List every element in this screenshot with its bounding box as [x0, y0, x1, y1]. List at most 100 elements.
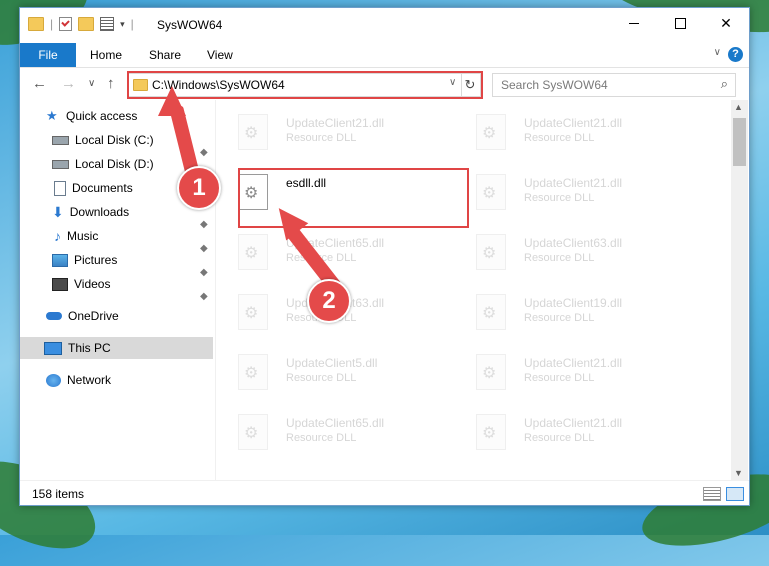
ribbon-tabs: File Home Share View ∨ ?	[20, 43, 749, 68]
file-type: Resource DLL	[524, 372, 595, 384]
sidebar-item-network[interactable]: Network	[46, 369, 111, 391]
sidebar-item-onedrive[interactable]: OneDrive	[46, 305, 119, 327]
dll-file-icon	[476, 354, 506, 390]
status-bar: 158 items	[20, 480, 749, 505]
sidebar-item-downloads[interactable]: ⬇ Downloads	[52, 201, 129, 223]
sidebar-item-label: Local Disk (C:)	[75, 133, 154, 147]
videos-icon	[52, 277, 68, 291]
sidebar-item-documents[interactable]: Documents	[54, 177, 133, 199]
recent-locations-chevron-icon[interactable]: ∨	[88, 78, 95, 89]
file-type: Resource DLL	[524, 432, 595, 444]
sidebar-item-this-pc[interactable]: This PC	[20, 337, 213, 359]
file-item[interactable]: UpdateClient21.dll Resource DLL	[454, 408, 674, 454]
downloads-icon: ⬇	[52, 203, 64, 220]
minimize-icon	[629, 22, 639, 24]
file-type: Resource DLL	[286, 372, 357, 384]
sidebar-item-label: OneDrive	[68, 309, 119, 323]
maximize-button[interactable]	[657, 8, 703, 38]
search-input[interactable]: Search SysWOW64 ⌕	[492, 73, 736, 97]
expand-ribbon-chevron-icon[interactable]: ∨	[714, 47, 721, 58]
pin-icon[interactable]: ◆	[200, 147, 208, 158]
sidebar-item-pictures[interactable]: Pictures	[52, 249, 117, 271]
up-arrow-icon[interactable]: ↑	[107, 75, 115, 92]
documents-icon	[54, 180, 66, 196]
file-item[interactable]: UpdateClient21.dll Resource DLL	[454, 348, 674, 394]
file-item[interactable]: UpdateClient65.dll Resource DLL	[216, 408, 436, 454]
file-name: UpdateClient5.dll	[286, 356, 378, 370]
scroll-down-icon[interactable]: ▼	[734, 468, 743, 478]
dll-file-icon	[476, 174, 506, 210]
music-icon: ♪	[54, 228, 61, 244]
dll-file-icon	[238, 114, 268, 150]
back-arrow-icon[interactable]: ←	[32, 75, 47, 92]
dll-file-icon	[238, 234, 268, 270]
sidebar-item-label: Network	[67, 373, 112, 387]
details-view-icon[interactable]	[703, 487, 721, 501]
folder-icon	[28, 17, 44, 31]
onedrive-icon	[46, 312, 62, 320]
file-item[interactable]: UpdateClient21.dll Resource DLL	[454, 108, 674, 154]
file-name: UpdateClient21.dll	[524, 356, 623, 370]
tab-home[interactable]: Home	[90, 48, 122, 62]
sidebar-item-quick-access[interactable]: ★ Quick access	[46, 105, 137, 127]
large-icons-view-icon[interactable]	[726, 487, 744, 501]
close-button[interactable]: ✕	[703, 8, 749, 38]
file-type: Resource DLL	[286, 132, 357, 144]
step-1-badge: 1	[177, 166, 221, 210]
quick-access-toolbar: | ▾ |	[28, 17, 134, 31]
window-controls: ✕	[611, 8, 749, 38]
dll-file-icon	[238, 414, 268, 450]
pictures-icon	[52, 253, 68, 267]
tab-share[interactable]: Share	[149, 48, 181, 62]
sidebar-item-label: Music	[67, 229, 99, 243]
tab-file[interactable]: File	[20, 43, 76, 67]
file-type: Resource DLL	[524, 252, 595, 264]
new-folder-icon[interactable]	[78, 17, 95, 31]
file-item[interactable]: UpdateClient19.dll Resource DLL	[454, 288, 674, 334]
item-count: 158 items	[32, 487, 85, 501]
dll-file-icon	[476, 234, 506, 270]
dll-file-icon	[476, 414, 506, 450]
sidebar-item-label: Documents	[72, 181, 133, 195]
dll-file-icon	[238, 354, 268, 390]
sidebar-item-label: Pictures	[74, 253, 118, 267]
pin-icon[interactable]: ◆	[200, 267, 208, 278]
pin-icon[interactable]: ◆	[200, 291, 208, 302]
file-name: UpdateClient21.dll	[524, 116, 623, 130]
customize-toolbar-chevron-icon[interactable]: ▾	[120, 19, 125, 30]
address-row: ← → ∨ ↑ C:\Windows\SysWOW64 ∨ ↻ Search S…	[20, 68, 749, 100]
sidebar-item-label: Local Disk (D:)	[75, 157, 154, 171]
file-name: UpdateClient63.dll	[524, 236, 623, 250]
file-item[interactable]: UpdateClient21.dll Resource DLL	[216, 108, 436, 154]
sidebar-item-videos[interactable]: Videos	[52, 273, 110, 295]
title-bar: | ▾ | SysWOW64 ✕	[20, 8, 749, 43]
network-icon	[46, 373, 61, 387]
drive-icon	[52, 135, 69, 145]
file-name: UpdateClient21.dll	[286, 116, 385, 130]
file-explorer-window: | ▾ | SysWOW64 ✕ File Home Share View ∨ …	[19, 7, 750, 506]
step-2-badge: 2	[307, 279, 351, 323]
file-item[interactable]: UpdateClient21.dll Resource DLL	[454, 168, 674, 214]
tab-view[interactable]: View	[207, 48, 233, 62]
scrollbar-thumb[interactable]	[733, 118, 746, 166]
maximize-icon	[674, 17, 686, 29]
file-item[interactable]: UpdateClient63.dll Resource DLL	[454, 228, 674, 274]
file-name: UpdateClient21.dll	[524, 176, 623, 190]
file-name: UpdateClient19.dll	[524, 296, 623, 310]
file-item[interactable]: UpdateClient5.dll Resource DLL	[216, 348, 436, 394]
annotation-arrowhead-1	[158, 86, 186, 116]
minimize-button[interactable]	[611, 8, 657, 38]
pin-icon[interactable]: ◆	[200, 243, 208, 254]
forward-arrow-icon[interactable]: →	[61, 75, 76, 92]
vertical-scrollbar[interactable]: ▲ ▼	[731, 100, 748, 480]
sidebar-item-music[interactable]: ♪ Music	[54, 225, 98, 247]
help-icon[interactable]: ?	[728, 47, 743, 62]
properties-check-icon[interactable]	[59, 17, 73, 31]
pin-icon[interactable]: ◆	[200, 219, 208, 230]
view-options-icon[interactable]	[100, 17, 115, 31]
search-placeholder: Search SysWOW64	[501, 78, 608, 92]
pc-icon	[44, 341, 62, 355]
file-name: UpdateClient21.dll	[524, 416, 623, 430]
star-icon: ★	[46, 108, 58, 123]
scroll-up-icon[interactable]: ▲	[734, 102, 743, 112]
